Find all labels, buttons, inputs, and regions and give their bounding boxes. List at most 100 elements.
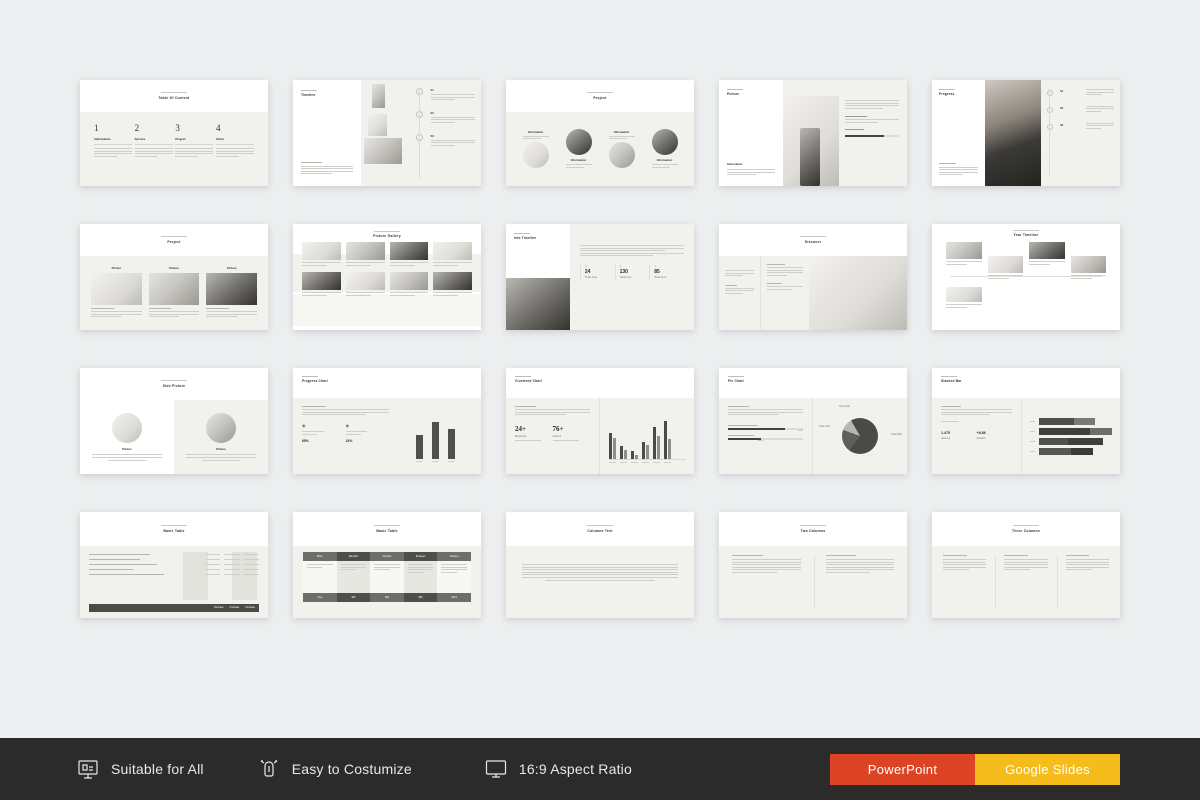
stat-item: 24+ Business <box>515 425 553 443</box>
photo <box>206 413 236 444</box>
slide-thumbnail-discover[interactable]: Discover <box>719 224 907 330</box>
item-caption-bottom: Information <box>565 158 592 168</box>
pie-chart <box>842 418 878 454</box>
slide-thumbnail-stacked-bar[interactable]: Stacked Bar 1.475 Income +8.86 Growth <box>932 368 1120 474</box>
slide-title: Progress Chart <box>302 379 328 383</box>
slide-thumbnail-pie-chart[interactable]: Pie Chart 65% 32% Total 16% Total 24% To… <box>719 368 907 474</box>
slide-thumbnail-table-of-content[interactable]: Table Of Content 1 Information 2 Service… <box>80 80 268 186</box>
slide-title: Project <box>167 240 181 244</box>
eyebrow-rule <box>587 525 613 526</box>
bar <box>1039 437 1103 445</box>
slide-thumbnail-project-circles[interactable]: Project Information Information Informat… <box>506 80 694 186</box>
slide-body <box>719 256 907 330</box>
year-grid <box>932 237 1120 285</box>
column-header[interactable]: Premium <box>370 552 404 561</box>
picture-photo-column <box>782 80 840 186</box>
column-header[interactable]: Basic <box>303 552 337 561</box>
slide-header: Stacked Bar <box>932 368 1120 398</box>
slide-thumbnail-side-picture[interactable]: Side Picture Picture Picture <box>80 368 268 474</box>
photo <box>809 256 907 330</box>
slide-header: Basic Table <box>293 512 481 546</box>
side-picture-left: Picture <box>80 400 174 474</box>
slide-body <box>932 546 1120 618</box>
slide-thumbnail-project-cards[interactable]: Project Picture Picture Picture <box>80 224 268 330</box>
monitor-icon <box>484 757 508 781</box>
text-column <box>943 555 987 609</box>
slide-thumbnail-clustered-chart[interactable]: Clustered Chart 24+ Business 76+ Clients <box>506 368 694 474</box>
slide-thumbnail-progress[interactable]: Progress 01 02 03 <box>932 80 1120 186</box>
card-label: Picture <box>111 266 122 270</box>
kpi-row: ◉ 65% ◉ 24% <box>302 423 389 443</box>
bar-group <box>431 422 439 464</box>
footer-cell[interactable]: Free <box>303 593 337 602</box>
card-text <box>91 308 142 318</box>
bar <box>1039 417 1095 425</box>
stat-value: 1.475 <box>941 430 950 435</box>
footer-cell[interactable]: Purchase <box>245 607 255 609</box>
slide-header: Picture Gallery <box>293 224 481 238</box>
slide-title: Project <box>593 96 607 100</box>
progress-fill <box>728 438 761 441</box>
progress-step: 01 <box>1047 89 1114 97</box>
table-footer-row: Free $29 $49 $99 $149 <box>303 593 471 602</box>
timeline-steps: 01 02 03 <box>409 80 481 186</box>
slide-thumbnail-picture[interactable]: Picture Information <box>719 80 907 186</box>
slide-body: 1.475 Income +8.86 Growth <box>932 398 1120 474</box>
progress-step: 03 <box>1047 122 1114 131</box>
section-label <box>580 238 684 242</box>
google-slides-button[interactable]: Google Slides <box>975 753 1120 785</box>
eyebrow-rule <box>800 236 826 237</box>
slide-thumbnail-picture-gallery[interactable]: Picture Gallery <box>293 224 481 330</box>
slide-thumbnail-columns-text[interactable]: Columns Text <box>506 512 694 618</box>
photo <box>522 142 549 169</box>
footer-cell[interactable]: $49 <box>370 593 404 602</box>
item-label: Picture <box>216 447 226 452</box>
table-row <box>89 564 259 565</box>
slide-title: Side Picture <box>162 384 186 388</box>
divider <box>134 144 173 145</box>
footer-cell[interactable]: $149 <box>437 593 471 602</box>
footer-bar: Suitable for All Easy to Costumize 16:9 … <box>0 738 1200 800</box>
stat-label: Total Line <box>584 276 598 280</box>
gallery-item <box>345 272 385 297</box>
bar-group <box>609 433 616 460</box>
powerpoint-button[interactable]: PowerPoint <box>830 753 975 785</box>
photo <box>148 273 200 305</box>
column-header[interactable]: Advance <box>437 552 471 561</box>
step-text: 01 <box>430 88 475 102</box>
feature-suitable-for-all: Suitable for All <box>76 757 204 781</box>
slide-body <box>506 546 694 618</box>
footer-cell[interactable]: $29 <box>336 593 371 602</box>
slide-thumbnail-three-columns[interactable]: Three Columns <box>932 512 1120 618</box>
slide-thumbnail-two-columns[interactable]: Two Columns <box>719 512 907 618</box>
footer-cell[interactable]: $99 <box>403 593 438 602</box>
pie-text: 65% 32% <box>719 398 813 474</box>
toc-item: 2 Service <box>134 124 173 158</box>
column-header[interactable]: Business <box>403 552 438 561</box>
slide-title: Basic Table <box>163 529 185 533</box>
step-number: 02 <box>430 110 434 115</box>
slide-thumbnail-info-timeline[interactable]: Info Timeline ✦ 24 Total Line ✦ 130 Tota… <box>506 224 694 330</box>
footer-cell[interactable]: Purchase <box>230 607 240 609</box>
slide-thumbnail-progress-chart[interactable]: Progress Chart ◉ 65% ◉ 24% <box>293 368 481 474</box>
bar-group <box>664 421 671 460</box>
text-column <box>1056 555 1109 609</box>
stat-row: ✦ 24 Total Line ✦ 130 Total Line ✦ 85 To… <box>579 265 684 280</box>
stacked-bar-row <box>1030 417 1112 425</box>
timeline-step: 02 <box>415 110 475 125</box>
stat-label: Business <box>515 435 527 439</box>
slide-thumbnail-basic-table-columns[interactable]: Basic Table Basic Standard Premium Busin… <box>293 512 481 618</box>
slide-header: Year Timeline <box>932 224 1120 237</box>
column-header[interactable]: Standard <box>336 552 371 561</box>
slide-thumbnail-year-timeline[interactable]: Year Timeline <box>932 224 1120 330</box>
timeline-left-panel: Timeline <box>293 80 361 186</box>
clustered-chart-area <box>600 398 694 474</box>
item-label: Information <box>613 129 630 134</box>
stat-item: ✦ 24 Total Line <box>579 265 615 280</box>
slide-header: Project <box>80 224 268 256</box>
slide-thumbnail-timeline[interactable]: Timeline 01 02 03 <box>293 80 481 186</box>
footer-cell[interactable]: Purchase <box>214 607 224 609</box>
slide-header: Project <box>506 80 694 112</box>
slide-thumbnail-basic-table-rows[interactable]: Basic Table Purchase Purchase Purchase <box>80 512 268 618</box>
photo <box>565 128 592 155</box>
